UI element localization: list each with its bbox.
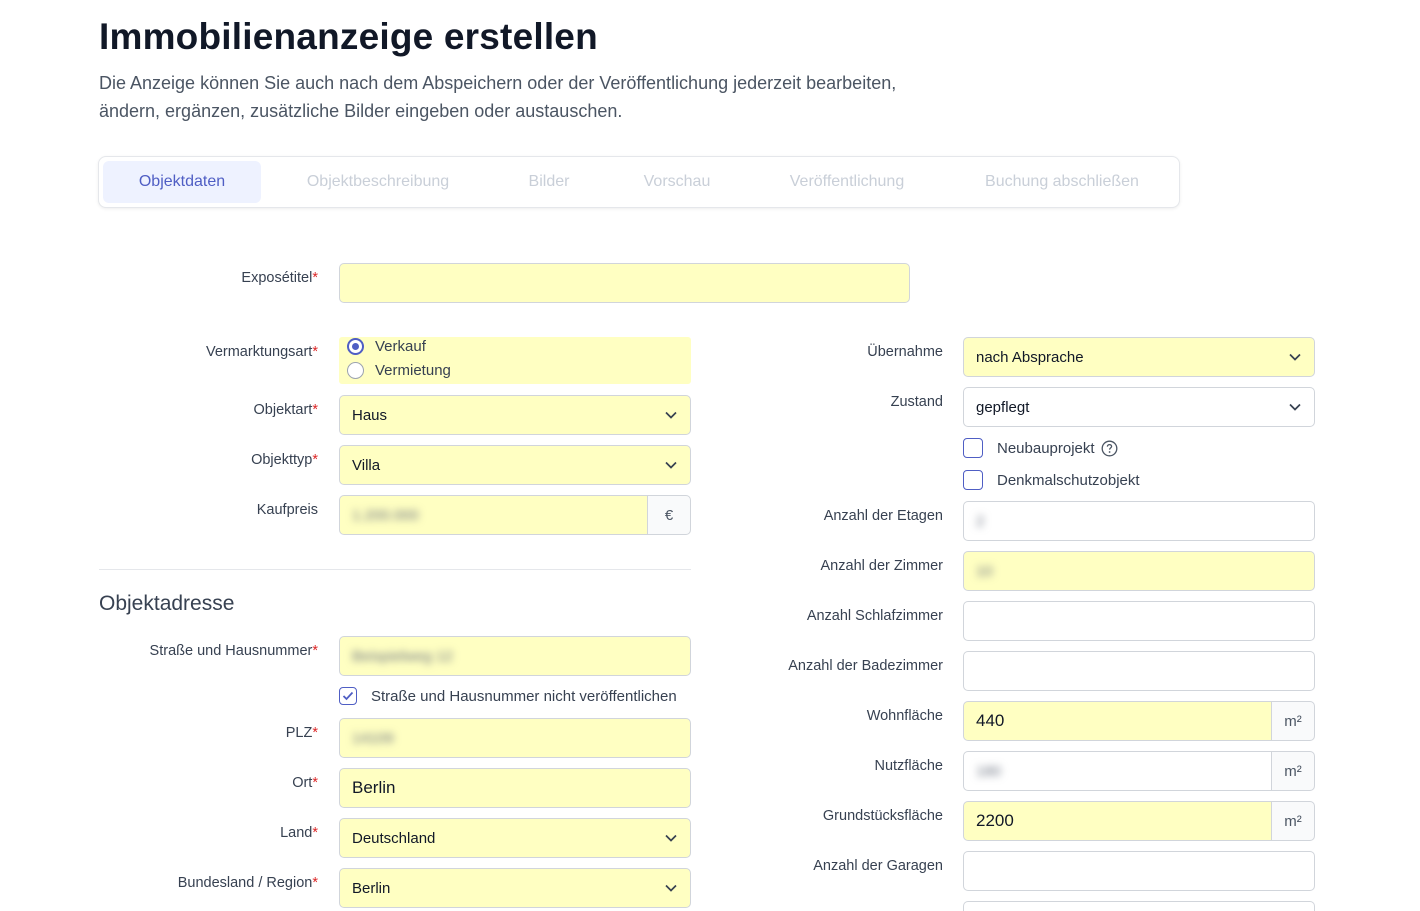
help-circle-icon[interactable] xyxy=(1101,440,1118,457)
objektart-select[interactable]: Haus xyxy=(339,395,691,435)
radio-vermietung[interactable]: Vermietung xyxy=(347,362,451,379)
radio-button-selected[interactable] xyxy=(347,338,364,355)
zustand-label: Zustand xyxy=(890,394,943,410)
denkmalschutz-checkbox-row[interactable]: Denkmalschutzobjekt xyxy=(963,470,1140,490)
page-intro: Die Anzeige können Sie auch nach dem Abs… xyxy=(99,73,897,121)
ort-label: Ort* xyxy=(292,775,318,791)
chevron-down-icon xyxy=(664,408,678,422)
tab-objektdaten[interactable]: Objektdaten xyxy=(103,161,261,203)
neubauprojekt-checkbox[interactable] xyxy=(963,438,983,458)
badezimmer-input[interactable] xyxy=(963,651,1315,691)
radio-button[interactable] xyxy=(347,362,364,379)
wizard-tabs: Objektdaten Objektbeschreibung Bilder Vo… xyxy=(98,156,1180,208)
plz-input[interactable]: 14109 xyxy=(339,718,691,758)
schlafzimmer-input[interactable] xyxy=(963,601,1315,641)
neubauprojekt-checkbox-row[interactable]: Neubauprojekt xyxy=(963,438,1118,458)
checkmark-icon xyxy=(342,691,354,701)
garagen-input[interactable] xyxy=(963,851,1315,891)
hide-street-checkbox[interactable] xyxy=(339,687,357,705)
denkmalschutz-checkbox[interactable] xyxy=(963,470,983,490)
zimmer-input[interactable]: 10 xyxy=(963,551,1315,591)
kaufpreis-label: Kaufpreis xyxy=(256,502,318,518)
nutzflaeche-input[interactable]: 180 xyxy=(963,751,1272,791)
zimmer-label: Anzahl der Zimmer xyxy=(820,558,943,574)
region-label: Bundesland / Region* xyxy=(177,875,318,891)
address-section-heading: Objektadresse xyxy=(99,592,235,615)
chevron-down-icon xyxy=(664,458,678,472)
wohnflaeche-label: Wohnfläche xyxy=(866,708,943,724)
objektart-label: Objektart* xyxy=(253,402,319,418)
zustand-select[interactable]: gepflegt xyxy=(963,387,1315,427)
page-title: Immobilienanzeige erstellen xyxy=(99,16,598,57)
chevron-down-icon xyxy=(1288,400,1302,414)
street-label: Straße und Hausnummer* xyxy=(149,643,318,659)
sqm-unit-addon: m² xyxy=(1271,751,1315,791)
radio-verkauf[interactable]: Verkauf xyxy=(347,338,426,355)
tab-veroeffentlichung[interactable]: Veröffentlichung xyxy=(771,161,923,203)
etagen-input[interactable]: 2 xyxy=(963,501,1315,541)
chevron-down-icon xyxy=(664,881,678,895)
etagen-label: Anzahl der Etagen xyxy=(823,508,943,524)
uebernahme-label: Übernahme xyxy=(867,344,943,360)
chevron-down-icon xyxy=(1288,350,1302,364)
tab-bilder[interactable]: Bilder xyxy=(509,161,589,203)
objekttyp-select[interactable]: Villa xyxy=(339,445,691,485)
vermarktungsart-label: Vermarktungsart* xyxy=(205,344,318,360)
plz-label: PLZ* xyxy=(285,725,318,741)
garagen-label: Anzahl der Garagen xyxy=(813,858,943,874)
uebernahme-select[interactable]: nach Absprache xyxy=(963,337,1315,377)
region-select[interactable]: Berlin xyxy=(339,868,691,908)
wohnflaeche-input[interactable]: 440 xyxy=(963,701,1272,741)
badezimmer-label: Anzahl der Badezimmer xyxy=(788,658,943,674)
sqm-unit-addon: m² xyxy=(1271,701,1315,741)
street-input[interactable]: Beispielweg 12 xyxy=(339,636,691,676)
grundstueck-label: Grundstücksfläche xyxy=(822,808,943,824)
land-select[interactable]: Deutschland xyxy=(339,818,691,858)
tab-buchung-abschliessen[interactable]: Buchung abschließen xyxy=(969,161,1155,203)
section-divider xyxy=(99,569,691,570)
expose-title-label: Exposétitel* xyxy=(241,270,318,286)
grundstueck-input[interactable]: 2200 xyxy=(963,801,1272,841)
tab-objektbeschreibung[interactable]: Objektbeschreibung xyxy=(289,161,467,203)
tab-vorschau[interactable]: Vorschau xyxy=(629,161,725,203)
kaufpreis-input[interactable]: 1.200.000 xyxy=(339,495,648,535)
land-label: Land* xyxy=(280,825,318,841)
expose-title-input[interactable] xyxy=(339,263,910,303)
sqm-unit-addon: m² xyxy=(1271,801,1315,841)
ort-input[interactable]: Berlin xyxy=(339,768,691,808)
vermarktungsart-radio-group: Verkauf Vermietung xyxy=(339,337,691,384)
schlafzimmer-label: Anzahl Schlafzimmer xyxy=(806,608,943,624)
hide-street-checkbox-row[interactable]: Straße und Hausnummer nicht veröffentlic… xyxy=(339,687,677,705)
euro-unit-addon: € xyxy=(647,495,691,535)
next-input-partial[interactable] xyxy=(963,901,1315,911)
objekttyp-label: Objekttyp* xyxy=(251,452,318,468)
chevron-down-icon xyxy=(664,831,678,845)
nutzflaeche-label: Nutzfläche xyxy=(874,758,943,774)
